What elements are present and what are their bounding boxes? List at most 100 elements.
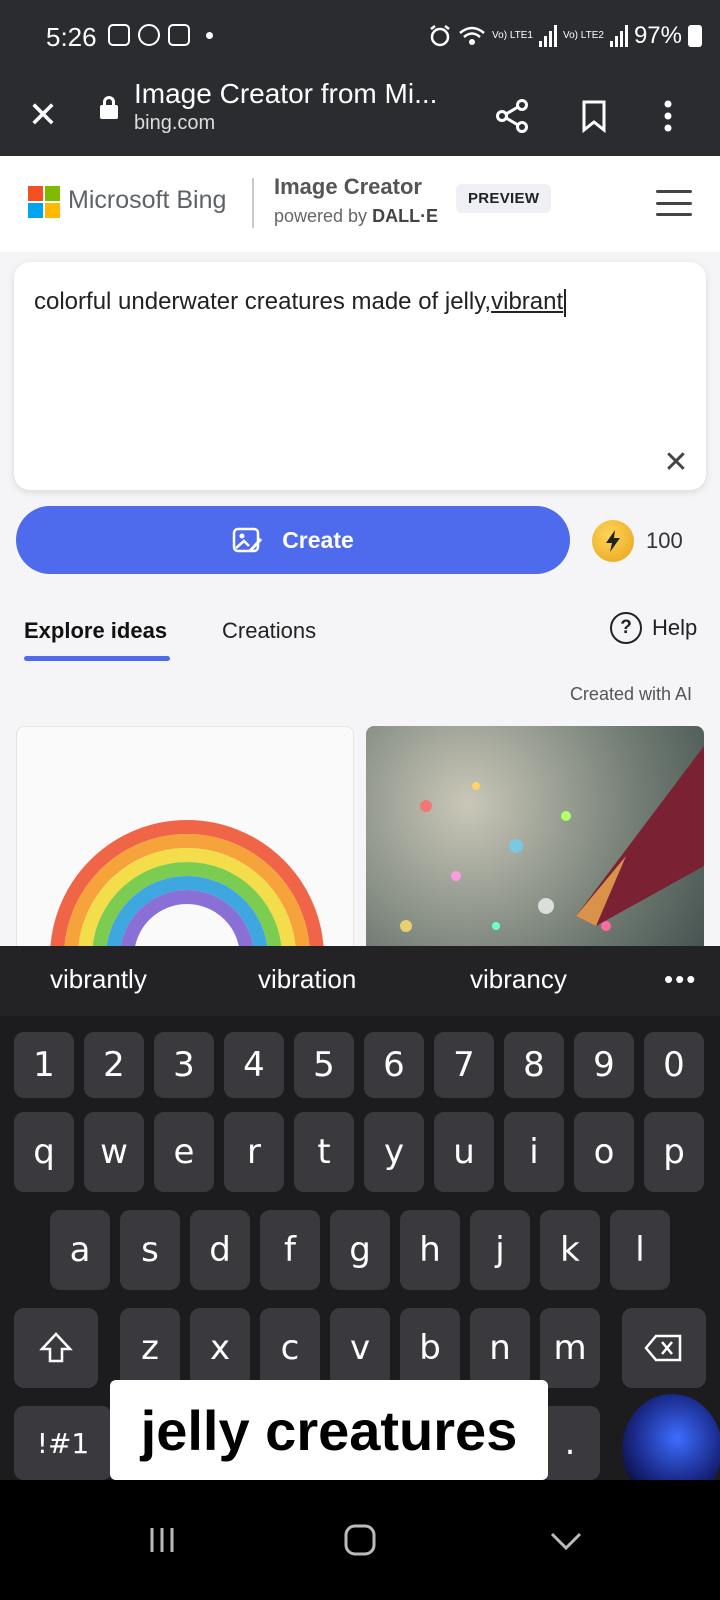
share-button[interactable] xyxy=(486,90,538,142)
lock-icon xyxy=(100,96,118,119)
backspace-key[interactable] xyxy=(622,1308,706,1388)
key-e[interactable]: e xyxy=(154,1112,214,1192)
tab-creations[interactable]: Creations xyxy=(222,618,316,644)
period-key[interactable]: . xyxy=(540,1406,600,1480)
key-5[interactable]: 5 xyxy=(294,1032,354,1098)
key-h[interactable]: h xyxy=(400,1210,460,1290)
key-8[interactable]: 8 xyxy=(504,1032,564,1098)
bookmark-icon xyxy=(582,100,606,133)
prompt-textarea[interactable]: colorful underwater creatures made of je… xyxy=(14,262,706,490)
more-notifications-dot xyxy=(206,31,213,39)
status-time: 5:26 xyxy=(46,22,97,52)
key-7[interactable]: 7 xyxy=(434,1032,494,1098)
key-l[interactable]: l xyxy=(610,1210,670,1290)
key-i[interactable]: i xyxy=(504,1112,564,1192)
pencil-glitter-image xyxy=(400,746,704,932)
idea-card-rainbow[interactable] xyxy=(16,726,354,946)
recent-apps-button[interactable] xyxy=(132,1510,192,1570)
notification-icons xyxy=(108,24,213,46)
battery-icon xyxy=(688,25,702,47)
key-k[interactable]: k xyxy=(540,1210,600,1290)
backspace-icon xyxy=(644,1334,682,1362)
whatsapp-icon xyxy=(138,24,160,46)
key-y[interactable]: y xyxy=(364,1112,424,1192)
help-label: Help xyxy=(652,615,698,640)
screenshot-icon xyxy=(108,24,130,46)
key-2[interactable]: 2 xyxy=(84,1032,144,1098)
powered-by-name: DALL·E xyxy=(372,206,439,226)
help-button[interactable]: ? Help xyxy=(610,612,697,644)
suggestion-3[interactable]: vibrancy xyxy=(470,964,567,995)
create-button[interactable]: Create xyxy=(16,506,570,574)
key-n[interactable]: n xyxy=(470,1308,530,1388)
key-6[interactable]: 6 xyxy=(364,1032,424,1098)
system-icons: Vo) LTE1 Vo) LTE2 97% xyxy=(428,22,702,50)
powered-by-text: powered by xyxy=(274,206,368,226)
prompt-text: colorful underwater creatures made of je… xyxy=(34,288,567,317)
tabs: Explore ideas Creations ? Help xyxy=(0,604,720,668)
suggestion-1[interactable]: vibrantly xyxy=(50,964,147,995)
key-u[interactable]: u xyxy=(434,1112,494,1192)
web-page: Microsoft Bing Image Creator powered by … xyxy=(0,156,720,946)
bookmark-button[interactable] xyxy=(568,90,620,142)
key-q[interactable]: q xyxy=(14,1112,74,1192)
key-c[interactable]: c xyxy=(260,1308,320,1388)
key-r[interactable]: r xyxy=(224,1112,284,1192)
home-icon xyxy=(344,1524,376,1556)
key-m[interactable]: m xyxy=(540,1308,600,1388)
shift-key[interactable] xyxy=(14,1308,98,1388)
key-3[interactable]: 3 xyxy=(154,1032,214,1098)
site-header: Microsoft Bing Image Creator powered by … xyxy=(0,156,720,252)
home-button[interactable] xyxy=(330,1510,390,1570)
key-j[interactable]: j xyxy=(470,1210,530,1290)
hamburger-menu-icon[interactable] xyxy=(656,190,692,216)
microsoft-logo-icon[interactable] xyxy=(28,186,60,218)
key-4[interactable]: 4 xyxy=(224,1032,284,1098)
suggestions-more-icon[interactable]: ••• xyxy=(664,964,697,995)
key-v[interactable]: v xyxy=(330,1308,390,1388)
preview-badge: PREVIEW xyxy=(456,184,552,213)
clear-prompt-icon[interactable]: ✕ xyxy=(660,446,692,479)
key-w[interactable]: w xyxy=(84,1112,144,1192)
key-o[interactable]: o xyxy=(574,1112,634,1192)
header-divider xyxy=(252,178,254,228)
image-create-icon xyxy=(232,527,263,553)
page-url[interactable]: bing.com xyxy=(134,112,215,135)
key-x[interactable]: x xyxy=(190,1308,250,1388)
recent-apps-icon xyxy=(150,1528,174,1552)
key-d[interactable]: d xyxy=(190,1210,250,1290)
share-icon xyxy=(496,99,528,133)
key-t[interactable]: t xyxy=(294,1112,354,1192)
key-g[interactable]: g xyxy=(330,1210,390,1290)
brand-name[interactable]: Microsoft Bing xyxy=(68,186,226,215)
close-tab-icon[interactable]: ✕ xyxy=(24,92,62,138)
suggestion-strip: vibrantly vibration vibrancy ••• xyxy=(0,946,720,1016)
key-a[interactable]: a xyxy=(50,1210,110,1290)
menu-button[interactable] xyxy=(642,90,694,142)
battery-percent: 97% xyxy=(633,22,682,49)
key-z[interactable]: z xyxy=(120,1308,180,1388)
status-bar: 5:26 Vo) LTE1 Vo) LTE2 97% xyxy=(0,0,720,78)
alarm-icon xyxy=(430,25,450,47)
photos-icon xyxy=(168,24,190,46)
more-vert-icon xyxy=(664,100,672,132)
idea-card-pencil[interactable] xyxy=(366,726,704,946)
key-b[interactable]: b xyxy=(400,1308,460,1388)
prompt-current-word: vibrant xyxy=(491,288,564,315)
key-s[interactable]: s xyxy=(120,1210,180,1290)
key-f[interactable]: f xyxy=(260,1210,320,1290)
boost-icon[interactable] xyxy=(592,520,634,562)
chevron-down-icon xyxy=(550,1532,582,1551)
suggestion-2[interactable]: vibration xyxy=(258,964,356,995)
page-title[interactable]: Image Creator from Mi... xyxy=(134,78,437,110)
symbols-key[interactable]: !#1 xyxy=(14,1406,112,1480)
hide-keyboard-button[interactable] xyxy=(536,1510,596,1570)
tab-explore-ideas[interactable]: Explore ideas xyxy=(24,618,167,644)
product-title[interactable]: Image Creator xyxy=(274,174,422,200)
key-0[interactable]: 0 xyxy=(644,1032,704,1098)
caption-overlay: jelly creatures xyxy=(110,1380,548,1480)
key-1[interactable]: 1 xyxy=(14,1032,74,1098)
boost-count: 100 xyxy=(646,528,683,553)
key-9[interactable]: 9 xyxy=(574,1032,634,1098)
key-p[interactable]: p xyxy=(644,1112,704,1192)
